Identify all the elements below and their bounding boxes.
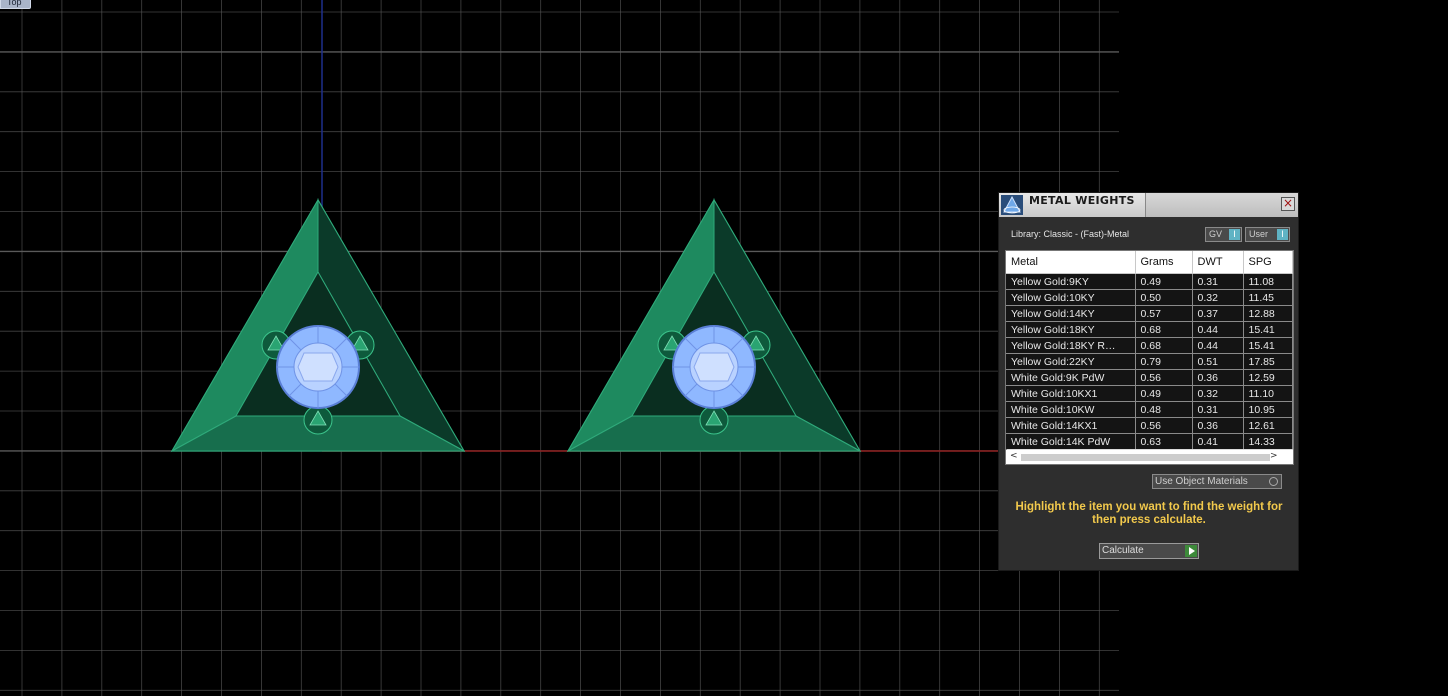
gv-label: GV [1209,229,1223,239]
table-cell: 0.68 [1135,337,1193,354]
app-logo-icon [1001,195,1023,215]
table-cell: 12.88 [1243,305,1293,322]
title-fill [1146,193,1298,217]
table-cell: 14.33 [1243,433,1293,450]
metal-table: Metal Grams DWT SPG Yellow Gold:9KY 0.49 0.31… [1006,251,1293,450]
table-row[interactable]: Yellow Gold:18KY 0.68 0.44 15.41 [1006,321,1293,338]
gv-button[interactable]: GV I [1205,227,1242,242]
table-cell: White Gold:10KX1 [1006,385,1136,402]
table-row[interactable]: Yellow Gold:10KY 0.50 0.32 11.45 [1006,289,1293,306]
calculate-button[interactable]: Calculate [1099,543,1199,559]
close-button[interactable]: × [1281,197,1295,211]
column-header[interactable]: SPG [1243,251,1293,274]
gem-table-facet [693,352,735,382]
table-cell: 0.56 [1135,369,1193,386]
table-cell: Yellow Gold:18KY [1006,321,1136,338]
table-cell: 17.85 [1243,353,1293,370]
table-row[interactable]: Yellow Gold:18KY R… 0.68 0.44 15.41 [1006,337,1293,354]
table-cell: 0.32 [1192,289,1244,306]
play-icon [1185,545,1197,557]
metal-weights-panel: METAL WEIGHTS × Library: Classic - (Fast… [998,192,1299,571]
table-cell: 0.79 [1135,353,1193,370]
horizontal-scrollbar[interactable]: < > [1007,449,1293,464]
user-button[interactable]: User I [1245,227,1290,242]
table-cell: 11.10 [1243,385,1293,402]
table-cell: 0.36 [1192,369,1244,386]
table-cell: 10.95 [1243,401,1293,418]
column-header[interactable]: DWT [1192,251,1244,274]
table-cell: White Gold:14K PdW [1006,433,1136,450]
metal-table-container: Metal Grams DWT SPG Yellow Gold:9KY 0.49 0.31… [1005,250,1294,465]
horizontal-scroll-thumb[interactable] [1021,454,1270,461]
table-cell: 0.37 [1192,305,1244,322]
title-tab: METAL WEIGHTS [999,193,1146,217]
scroll-right-icon[interactable]: > [1270,451,1278,461]
instruction-text: Highlight the item you want to find the … [1015,501,1283,526]
scroll-left-icon[interactable]: < [1010,451,1018,461]
view-label[interactable]: Top [0,0,31,9]
table-row[interactable]: Yellow Gold:22KY 0.79 0.51 17.85 [1006,353,1293,370]
table-row[interactable]: White Gold:9K PdW 0.56 0.36 12.59 [1006,369,1293,386]
calculate-label: Calculate [1102,545,1144,556]
table-cell: 0.57 [1135,305,1193,322]
table-row[interactable]: White Gold:14K PdW 0.63 0.41 14.33 [1006,433,1293,450]
use-object-materials-label: Use Object Materials [1155,476,1248,487]
table-cell: 0.36 [1192,417,1244,434]
table-cell: 0.63 [1135,433,1193,450]
table-cell: 0.56 [1135,417,1193,434]
column-header[interactable]: Metal [1006,251,1136,274]
gv-toggle-icon[interactable]: I [1229,229,1240,240]
gem-table-facet [297,352,339,382]
table-cell: 0.32 [1192,385,1244,402]
table-body: Yellow Gold:9KY 0.49 0.31 11.08 Yellow Gold:… [1006,273,1293,450]
table-cell: 0.44 [1192,321,1244,338]
table-cell: 0.44 [1192,337,1244,354]
panel-title: METAL WEIGHTS [1029,194,1135,207]
table-cell: 12.61 [1243,417,1293,434]
table-cell: Yellow Gold:14KY [1006,305,1136,322]
table-cell: 0.48 [1135,401,1193,418]
table-cell: 0.49 [1135,385,1193,402]
table-cell: 15.41 [1243,337,1293,354]
table-cell: 0.31 [1192,401,1244,418]
table-cell: Yellow Gold:18KY R… [1006,337,1136,354]
use-object-materials-radio[interactable] [1269,477,1278,486]
table-cell: 0.51 [1192,353,1244,370]
use-object-materials-option[interactable]: Use Object Materials [1152,474,1282,489]
library-label: Library: Classic - (Fast)-Metal [1011,229,1130,239]
table-cell: White Gold:9K PdW [1006,369,1136,386]
user-toggle-icon[interactable]: I [1277,229,1288,240]
table-cell: 15.41 [1243,321,1293,338]
table-row[interactable]: Yellow Gold:9KY 0.49 0.31 11.08 [1006,273,1293,290]
table-cell: 0.49 [1135,273,1193,290]
table-cell: White Gold:14KX1 [1006,417,1136,434]
table-row[interactable]: White Gold:14KX1 0.56 0.36 12.61 [1006,417,1293,434]
user-label: User [1249,229,1269,239]
table-cell: 0.50 [1135,289,1193,306]
table-cell: White Gold:10KW [1006,401,1136,418]
table-cell: Yellow Gold:22KY [1006,353,1136,370]
table-cell: 0.31 [1192,273,1244,290]
table-cell: Yellow Gold:10KY [1006,289,1136,306]
table-cell: 0.41 [1192,433,1244,450]
table-cell: 11.08 [1243,273,1293,290]
table-row[interactable]: Yellow Gold:14KY 0.57 0.37 12.88 [1006,305,1293,322]
table-cell: 11.45 [1243,289,1293,306]
table-cell: 12.59 [1243,369,1293,386]
table-cell: Yellow Gold:9KY [1006,273,1136,290]
table-row[interactable]: White Gold:10KX1 0.49 0.32 11.10 [1006,385,1293,402]
table-row[interactable]: White Gold:10KW 0.48 0.31 10.95 [1006,401,1293,418]
column-header[interactable]: Grams [1135,251,1193,274]
table-cell: 0.68 [1135,321,1193,338]
table-header-row: Metal Grams DWT SPG [1006,251,1293,274]
panel-title-bar[interactable]: METAL WEIGHTS × [999,193,1298,217]
